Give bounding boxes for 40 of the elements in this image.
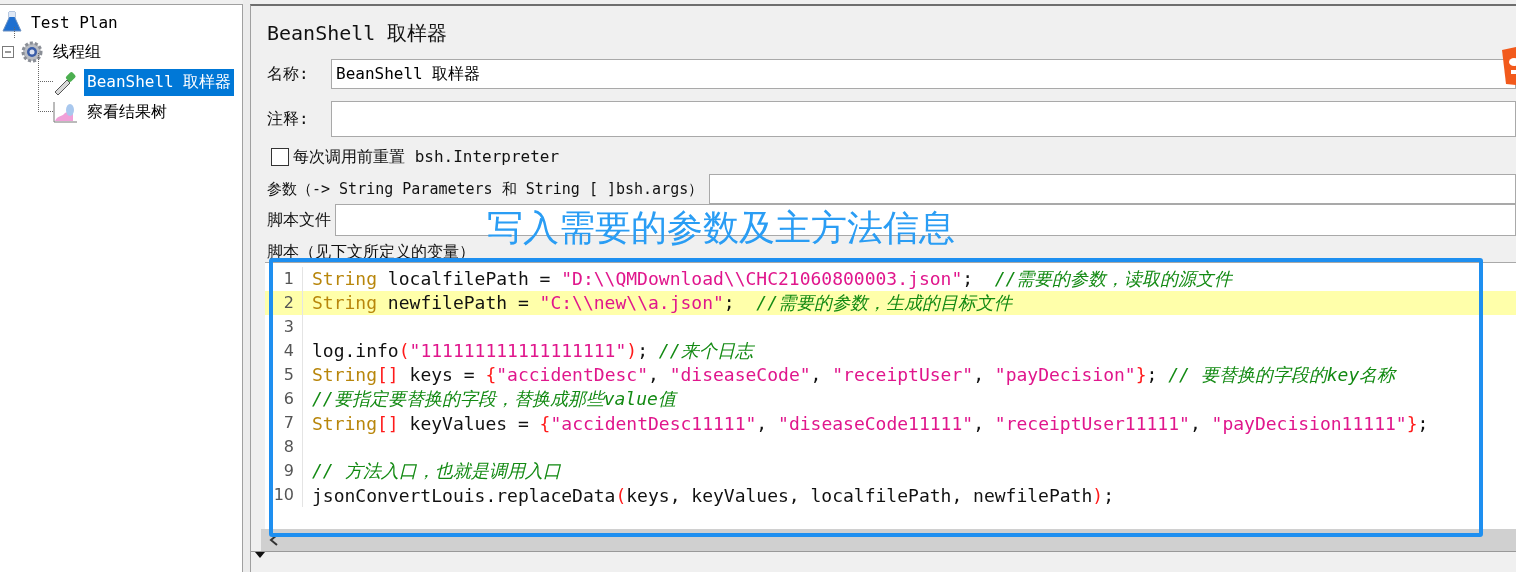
code-line: log.info("111111111111111111"); //来个日志 [311,339,753,363]
annotation-text: 写入需要的参数及主方法信息 [487,206,955,250]
gear-icon [20,40,44,64]
expand-arrow-icon[interactable] [255,552,265,558]
collapse-icon[interactable] [2,46,14,58]
line-number: 8 [265,435,303,459]
tree-item[interactable]: 察看结果树 [84,98,170,126]
line-number: 3 [265,315,303,339]
field-label: 名称: [267,63,310,85]
parameters-field[interactable] [709,174,1516,204]
panel-title: BeanShell 取样器 [267,20,449,47]
code-line: // 方法入口，也就是调用入口 [311,459,561,483]
dropper-icon [52,69,78,95]
code-line: String[] keys = {"accidentDesc", "diseaseCode", "receiptUser", "payDecision"}; // 要替换的字段的key名称 [311,363,1396,387]
field-label: 参数（-> String Parameters 和 String [ ]bsh.args） [267,179,704,199]
tree-item[interactable]: 线程组 [50,38,104,66]
name-field[interactable]: BeanShell 取样器 [331,59,1516,89]
code-line: //要指定要替换的字段，替换成那些value值 [311,387,676,411]
checkbox[interactable] [271,148,289,166]
flask-icon [2,11,22,33]
line-number: 4 [265,339,303,363]
scroll-left-icon[interactable] [269,534,279,546]
line-number: 6 [265,387,303,411]
logo-icon [1500,46,1516,86]
field-label: 注释: [267,108,310,130]
line-number: 2 [265,291,303,315]
code-line: String localfilePath = "D:\\QMDownload\\CHC21060800003.json"; //需要的参数，读取的源文件 [311,267,1233,291]
line-number: 10 [265,483,303,507]
line-number: 5 [265,363,303,387]
line-number: 7 [265,411,303,435]
checkbox-label: 每次调用前重置 bsh.Interpreter [293,146,560,168]
chart-icon [52,101,78,123]
tree-item[interactable]: BeanShell 取样器 [84,68,235,96]
code-line: jsonConvertLouis.replaceData(keys, keyValues, localfilePath, newfilePath); [311,484,1114,506]
comment-field[interactable] [331,101,1516,137]
field-label: 脚本文件 [267,209,331,231]
code-line: String newfilePath = "C:\\new\\a.json"; //需要的参数，生成的目标文件 [311,291,1013,315]
tree-item[interactable]: Test Plan [28,9,121,35]
code-line: String[] keyValues = {"accidentDesc11111", "diseaseCode11111", "receiptUser11111", "payDecision11111"}; [311,412,1429,434]
line-number: 9 [265,459,303,483]
